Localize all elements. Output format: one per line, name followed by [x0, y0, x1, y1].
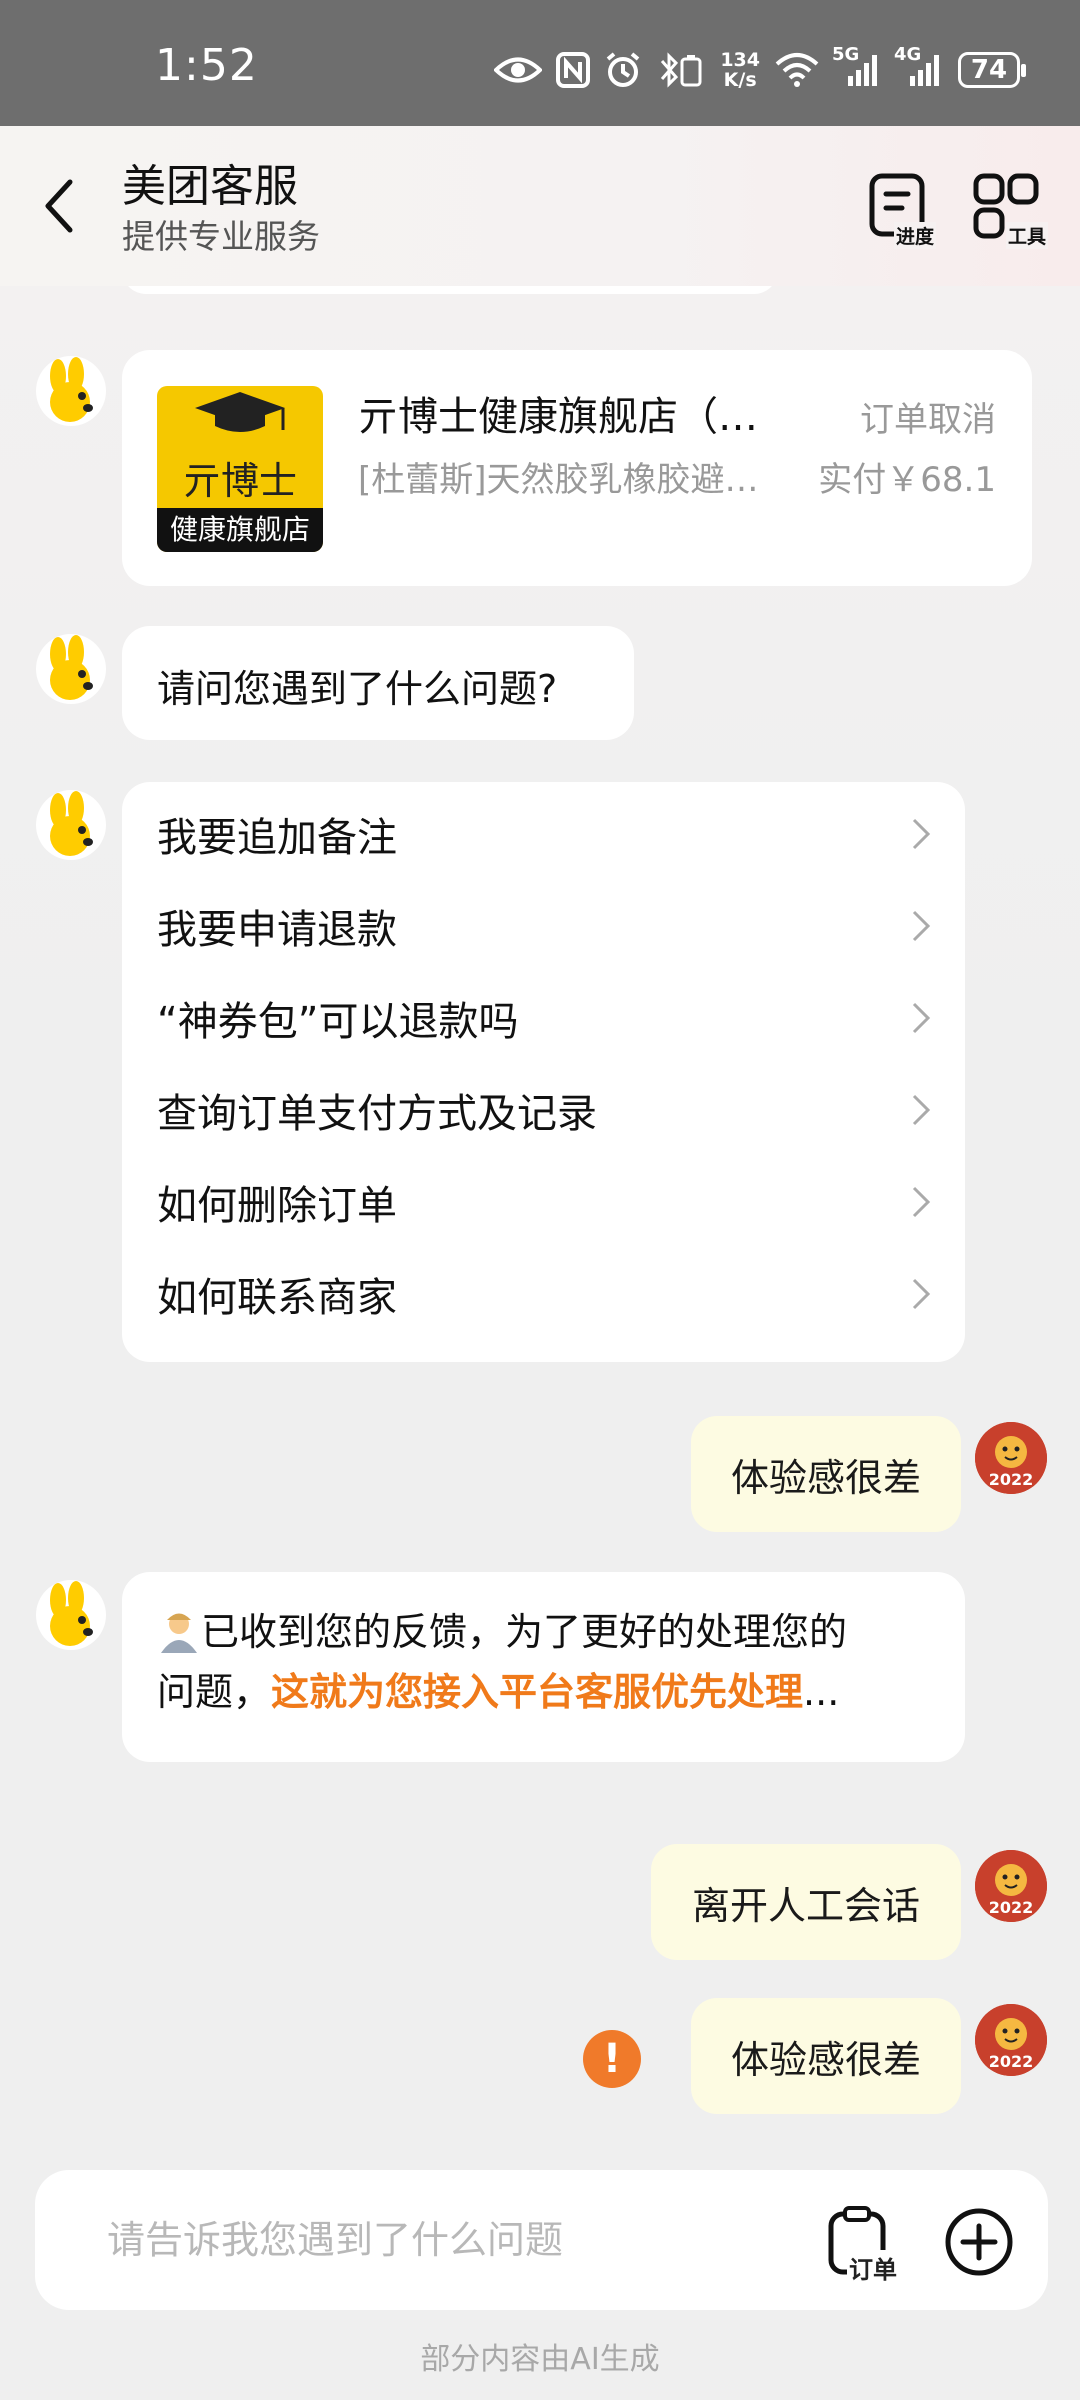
- logo-text-bottom: 健康旗舰店: [157, 508, 323, 552]
- order-status: 订单取消: [860, 400, 996, 440]
- bot-message: 请问您遇到了什么问题?: [122, 626, 634, 740]
- order-label: 订单: [847, 2250, 899, 2285]
- shop-logo: 亓博士 健康旗舰店: [157, 386, 323, 552]
- wifi-icon: [775, 53, 819, 87]
- order-card[interactable]: 亓博士 健康旗舰店 亓博士健康旗舰店（… 订单取消 [杜蕾斯]天然胶乳橡胶避… …: [122, 350, 1032, 586]
- bot-avatar[interactable]: [36, 356, 106, 426]
- kangaroo-mascot-icon: [50, 1581, 93, 1646]
- tools-label: 工具: [1006, 222, 1049, 249]
- battery-indicator: 74: [958, 52, 1026, 88]
- chat-area[interactable]: 亓博士 健康旗舰店 亓博士健康旗舰店（… 订单取消 [杜蕾斯]天然胶乳橡胶避… …: [0, 286, 1080, 2166]
- chevron-right-icon: [912, 1186, 931, 1218]
- progress-label: 进度: [894, 222, 937, 249]
- nfc-icon: [556, 52, 591, 88]
- order-button[interactable]: 订单: [825, 2204, 905, 2285]
- previous-bubble-edge: [122, 286, 778, 294]
- logo-text-top: 亓博士: [182, 459, 297, 503]
- message-input[interactable]: [107, 2218, 807, 2262]
- chat-header: 美团客服 提供专业服务 进度 工具: [0, 126, 1080, 286]
- progress-button[interactable]: 进度: [868, 170, 948, 250]
- status-bar: 1:52 134 K/s 5G 4G 74: [0, 0, 1080, 126]
- menu-item-payment-records[interactable]: 查询订单支付方式及记录: [157, 1064, 932, 1156]
- user-message: 体验感很差: [691, 1416, 961, 1532]
- clock: 1:52: [155, 40, 258, 91]
- quick-question-menu: 我要追加备注 我要申请退款 “神券包”可以退款吗 查询订单支付方式及记录 如何删…: [122, 782, 965, 1362]
- paid-amount: 实付￥68.1: [818, 460, 996, 500]
- tools-button[interactable]: 工具: [972, 170, 1052, 250]
- status-icons: 134 K/s 5G 4G 74: [494, 44, 1026, 96]
- message-input-bar: 订单: [35, 2170, 1048, 2310]
- page-subtitle: 提供专业服务: [122, 217, 320, 256]
- user-avatar[interactable]: 2022: [975, 1422, 1047, 1494]
- agent-person-icon: [161, 1613, 197, 1653]
- chevron-right-icon: [912, 1002, 931, 1034]
- menu-item-coupon-refund[interactable]: “神券包”可以退款吗: [157, 972, 932, 1064]
- chevron-right-icon: [912, 910, 931, 942]
- chevron-right-icon: [912, 818, 931, 850]
- network-speed: 134 K/s: [720, 49, 760, 91]
- chevron-right-icon: [912, 1094, 931, 1126]
- menu-item-contact-merchant[interactable]: 如何联系商家: [157, 1248, 932, 1340]
- page-title: 美团客服: [122, 161, 298, 212]
- bluetooth-battery-icon: [661, 52, 702, 88]
- chevron-right-icon: [912, 1278, 931, 1310]
- graduation-cap-icon: [195, 392, 285, 432]
- user-message: 离开人工会话: [651, 1844, 961, 1960]
- highlight-text: 这就为您接入平台客服优先处理: [271, 1670, 804, 1714]
- bot-avatar[interactable]: [36, 790, 106, 860]
- back-arrow-icon[interactable]: [40, 176, 80, 236]
- menu-item-apply-refund[interactable]: 我要申请退款: [157, 880, 932, 972]
- send-failed-icon[interactable]: !: [583, 2030, 641, 2088]
- menu-item-add-remark[interactable]: 我要追加备注: [157, 788, 932, 880]
- signal-4g: 4G: [894, 44, 944, 88]
- plus-circle-icon[interactable]: [943, 2206, 1015, 2278]
- bot-avatar[interactable]: [36, 634, 106, 704]
- menu-item-delete-order[interactable]: 如何删除订单: [157, 1156, 932, 1248]
- alarm-icon: [607, 52, 640, 87]
- bot-avatar[interactable]: [36, 1580, 106, 1650]
- ai-disclaimer: 部分内容由AI生成: [420, 2342, 660, 2377]
- user-message: 体验感很差: [691, 1998, 961, 2114]
- bot-reply-message: 已收到您的反馈，为了更好的处理您的 问题，这就为您接入平台客服优先处理...: [122, 1572, 965, 1762]
- kangaroo-mascot-icon: [50, 357, 93, 422]
- product-name: [杜蕾斯]天然胶乳橡胶避…: [358, 460, 759, 500]
- kangaroo-mascot-icon: [50, 635, 93, 700]
- user-avatar[interactable]: 2022: [975, 1850, 1047, 1922]
- shop-name: 亓博士健康旗舰店（…: [358, 394, 758, 440]
- signal-5g: 5G: [832, 44, 882, 88]
- eye-icon: [494, 57, 543, 83]
- user-avatar[interactable]: 2022: [975, 2004, 1047, 2076]
- kangaroo-mascot-icon: [50, 791, 93, 856]
